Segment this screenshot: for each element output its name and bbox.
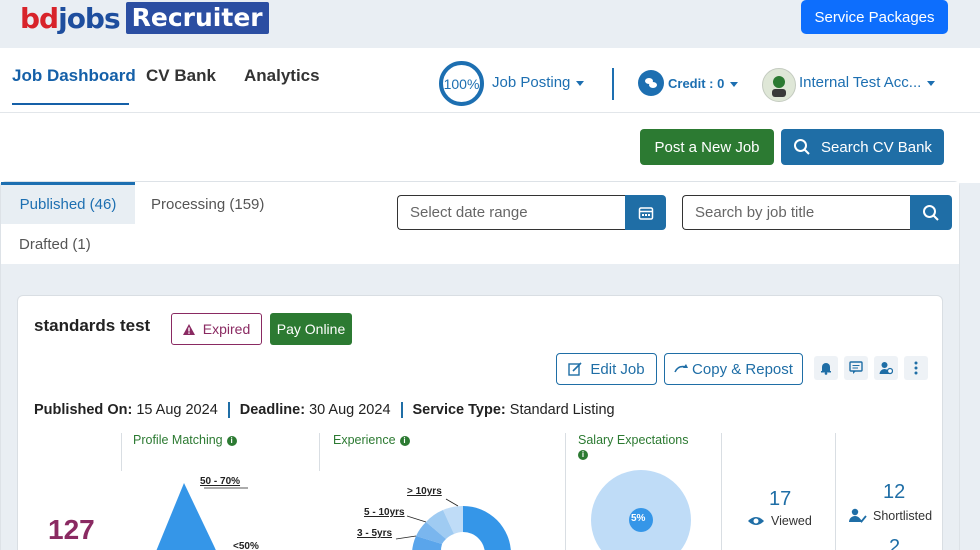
- logo-wordmark: bdjobs: [20, 1, 121, 35]
- next-count[interactable]: 2: [889, 536, 900, 550]
- service-packages-button[interactable]: Service Packages: [801, 0, 948, 34]
- search-icon: [923, 204, 939, 221]
- pm-label: 50 - 70%: [200, 476, 241, 487]
- chevron-down-icon: [576, 80, 585, 86]
- chevron-down-icon: [730, 82, 739, 88]
- chevron-down-icon: [927, 80, 936, 86]
- post-new-job-button[interactable]: Post a New Job: [640, 129, 774, 165]
- progress-value: 100%: [443, 75, 480, 92]
- job-posting-dropdown[interactable]: Job Posting: [492, 74, 585, 91]
- nav-tab-cv-bank[interactable]: CV Bank: [146, 66, 216, 86]
- active-tab-indicator: [12, 103, 129, 105]
- salary-pct: 5%: [631, 513, 646, 524]
- coins-icon: [638, 70, 664, 96]
- calendar-button[interactable]: [625, 195, 666, 230]
- job-posting-progress: 100%: [439, 61, 484, 106]
- search-cv-label: Search CV Bank: [821, 138, 932, 156]
- user-check-icon: [849, 508, 867, 523]
- job-posting-label: Job Posting: [492, 74, 571, 91]
- stats-charts: [156, 470, 691, 550]
- profile-matching-chart: [156, 483, 216, 550]
- calendar-icon: [638, 206, 653, 220]
- job-title-search-input[interactable]: Search by job title: [682, 195, 911, 230]
- search-cv-bank-button[interactable]: Search CV Bank: [781, 129, 944, 165]
- tab-published[interactable]: Published (46): [1, 182, 135, 224]
- nav-tab-job-dashboard[interactable]: Job Dashboard: [12, 66, 136, 86]
- logo-recruiter: Recruiter: [125, 2, 269, 34]
- bdjobs-logo[interactable]: bdjobs Recruiter: [20, 1, 269, 35]
- account-dropdown[interactable]: Internal Test Acc...: [799, 74, 936, 91]
- exp-label: 5 - 10yrs: [364, 507, 405, 518]
- nav-tab-analytics[interactable]: Analytics: [244, 66, 320, 86]
- avatar[interactable]: [762, 68, 796, 102]
- job-search-button[interactable]: [910, 195, 952, 230]
- exp-label: 3 - 5yrs: [357, 528, 393, 539]
- shortlisted-count[interactable]: 12: [883, 481, 905, 504]
- credit-label: Credit : 0: [668, 76, 725, 91]
- tab-drafted[interactable]: Drafted (1): [19, 236, 91, 253]
- job-card: standards test Expired Pay Online Edit J…: [17, 295, 943, 550]
- job-tabs: Published (46) Processing (159) Drafted …: [1, 182, 959, 264]
- account-name: Internal Test Acc...: [799, 74, 922, 91]
- tab-processing[interactable]: Processing (159): [151, 196, 264, 213]
- shortlisted-label: Shortlisted: [849, 508, 932, 524]
- main-nav: Job Dashboard CV Bank Analytics 100% Job…: [0, 48, 980, 113]
- credit-dropdown[interactable]: Credit : 0: [668, 76, 739, 91]
- nav-divider: [612, 68, 614, 100]
- pm-label: <50%: [233, 541, 259, 550]
- action-bar: Post a New Job Search CV Bank: [0, 113, 980, 183]
- viewed-label: Viewed: [747, 514, 812, 528]
- viewed-count[interactable]: 17: [769, 488, 791, 511]
- date-range-input[interactable]: Select date range: [397, 195, 626, 230]
- exp-label: > 10yrs: [407, 486, 442, 497]
- experience-donut-outer: [463, 506, 511, 550]
- top-bar: bdjobs Recruiter Service Packages: [0, 0, 980, 48]
- eye-icon: [748, 517, 764, 525]
- search-icon: [794, 139, 810, 155]
